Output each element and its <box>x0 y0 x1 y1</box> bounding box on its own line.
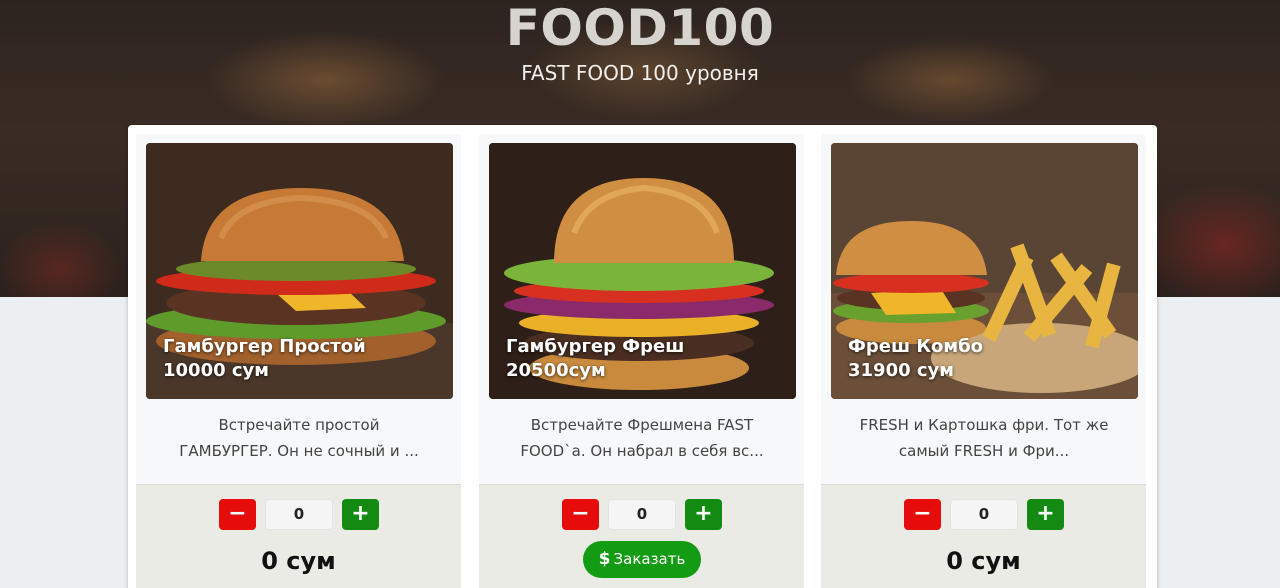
quantity-stepper: − 0 + <box>136 499 461 531</box>
order-button[interactable]: $ Заказать <box>583 541 701 578</box>
quantity-field[interactable]: 0 <box>265 499 333 530</box>
product-description: FRESH и Картошка фри. Тот же самый FRESH… <box>839 412 1129 464</box>
decrease-button[interactable]: − <box>562 499 599 530</box>
product-price: 10000 сум <box>163 360 270 381</box>
quantity-stepper: − 0 + <box>479 499 804 531</box>
description-line: ГАМБУРГЕР. Он не сочный и ... <box>179 442 419 460</box>
product-photo: Гамбургер Простой 10000 сум <box>146 143 453 399</box>
product-price: 20500сум <box>506 360 606 381</box>
decrease-button[interactable]: − <box>904 499 941 530</box>
increase-button[interactable]: + <box>685 499 722 530</box>
description-line: самый FRESH и Фри... <box>898 442 1070 460</box>
card-footer: − 0 + 0 сум <box>821 484 1146 588</box>
description-line: Встречайте простой <box>218 416 380 434</box>
increase-button[interactable]: + <box>342 499 379 530</box>
product-card: Фреш Комбо 31900 сум FRESH и Картошка фр… <box>821 134 1146 588</box>
product-price: 31900 сум <box>848 360 955 381</box>
description-line: FOOD`а. Он набрал в себя вс... <box>520 442 764 460</box>
increase-button[interactable]: + <box>1027 499 1064 530</box>
brand-tagline: FAST FOOD 100 уровня <box>521 61 759 85</box>
order-label: Заказать <box>613 550 686 568</box>
dollar-icon: $ <box>598 549 611 569</box>
total-price: 0 сум <box>946 547 1021 575</box>
product-card: Гамбургер Фреш 20500сум Встречайте Фрешм… <box>479 134 804 588</box>
product-card: Гамбургер Простой 10000 сум Встречайте п… <box>136 134 461 588</box>
description-line: FRESH и Картошка фри. Тот же <box>859 416 1109 434</box>
card-footer: − 0 + $ Заказать <box>479 484 804 588</box>
quantity-field[interactable]: 0 <box>950 499 1018 530</box>
total-price: 0 сум <box>261 547 336 575</box>
card-footer: − 0 + 0 сум <box>136 484 461 588</box>
product-name: Гамбургер Простой <box>163 336 366 357</box>
decrease-button[interactable]: − <box>219 499 256 530</box>
product-photo: Гамбургер Фреш 20500сум <box>489 143 796 399</box>
quantity-stepper: − 0 + <box>821 499 1146 531</box>
quantity-field[interactable]: 0 <box>608 499 676 530</box>
product-description: Встречайте Фрешмена FAST FOOD`а. Он набр… <box>497 412 787 464</box>
description-line: Встречайте Фрешмена FAST <box>530 416 754 434</box>
product-photo: Фреш Комбо 31900 сум <box>831 143 1138 399</box>
brand-title: FOOD100 <box>505 0 775 57</box>
product-name: Фреш Комбо <box>848 336 984 357</box>
product-name: Гамбургер Фреш <box>506 336 685 357</box>
product-description: Встречайте простой ГАМБУРГЕР. Он не сочн… <box>154 412 444 464</box>
